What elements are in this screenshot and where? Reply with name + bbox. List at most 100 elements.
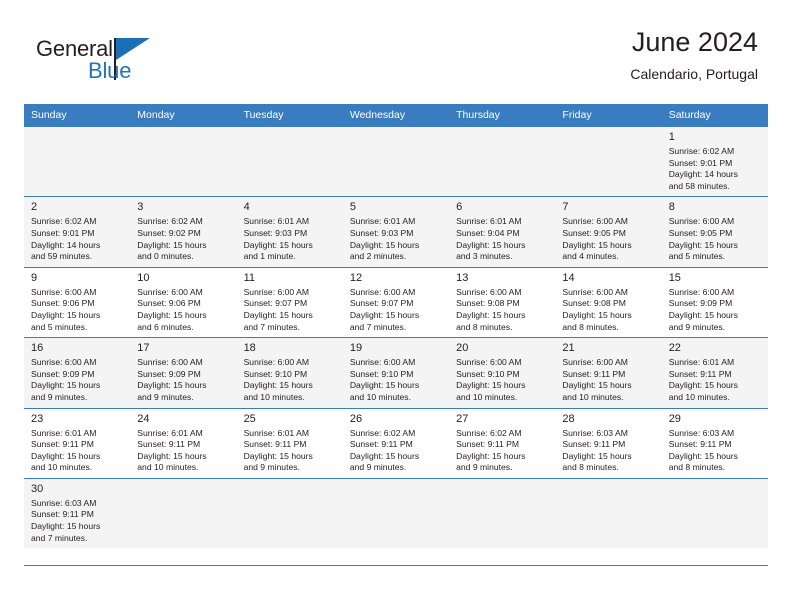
calendar-cell-content: 17 Sunrise: 6:00 AM Sunset: 9:09 PM Dayligh… — [130, 338, 236, 407]
sunset-text: Sunset: 9:11 PM — [668, 439, 732, 450]
day-number: 16 — [31, 342, 44, 355]
calendar-day-cell[interactable]: 20 Sunrise: 6:00 AM Sunset: 9:10 PM Dayligh… — [449, 337, 556, 408]
calendar-cell-content: 22 Sunrise: 6:01 AM Sunset: 9:11 PM Dayligh… — [662, 338, 768, 407]
calendar-cell-content: 29 Sunrise: 6:03 AM Sunset: 9:11 PM Dayligh… — [662, 409, 768, 478]
daylight-text-line2: and 10 minutes. — [349, 391, 411, 402]
day-number: 18 — [243, 342, 256, 355]
sunrise-text: Sunrise: 6:02 AM — [456, 427, 522, 438]
day-number: 24 — [137, 412, 150, 425]
calendar-day-cell[interactable]: 8 Sunrise: 6:00 AM Sunset: 9:05 PM Daylight… — [661, 196, 768, 268]
day-number: 15 — [668, 271, 681, 284]
daylight-text-line1: Daylight: 15 hours — [349, 309, 420, 320]
daylight-text-line1: Daylight: 15 hours — [668, 380, 738, 391]
calendar-day-cell[interactable]: 22 Sunrise: 6:01 AM Sunset: 9:11 PM Dayligh… — [661, 337, 768, 408]
calendar-day-cell[interactable]: 15 Sunrise: 6:00 AM Sunset: 9:09 PM Dayligh… — [661, 266, 768, 338]
calendar-cell-content: 19 Sunrise: 6:00 AM Sunset: 9:10 PM Dayligh… — [343, 338, 449, 407]
calendar-cell-empty — [130, 477, 237, 549]
calendar-day-cell[interactable]: 2 Sunrise: 6:02 AM Sunset: 9:01 PM Daylight… — [24, 196, 131, 268]
calendar-day-cell[interactable]: 23 Sunrise: 6:01 AM Sunset: 9:11 PM Dayligh… — [24, 407, 131, 479]
sunrise-text: Sunrise: 6:01 AM — [456, 216, 522, 227]
calendar-day-cell[interactable]: 18 Sunrise: 6:00 AM Sunset: 9:10 PM Dayligh… — [236, 337, 343, 408]
daylight-text-line1: Daylight: 15 hours — [243, 380, 313, 391]
calendar-cell-content: 6 Sunrise: 6:01 AM Sunset: 9:04 PM Daylight… — [449, 197, 555, 266]
calendar-day-cell[interactable]: 14 Sunrise: 6:00 AM Sunset: 9:08 PM Dayligh… — [555, 266, 662, 338]
calendar-body: 1 Sunrise: 6:02 AM Sunset: 9:01 PM Daylight… — [24, 125, 768, 549]
calendar-day-cell[interactable]: 3 Sunrise: 6:02 AM Sunset: 9:02 PM Daylight… — [130, 196, 237, 268]
calendar-day-cell[interactable]: 5 Sunrise: 6:01 AM Sunset: 9:03 PM Daylight… — [342, 196, 450, 268]
calendar-day-cell[interactable]: 1 Sunrise: 6:02 AM Sunset: 9:01 PM Daylight… — [661, 125, 768, 197]
calendar-cell-content: 5 Sunrise: 6:01 AM Sunset: 9:03 PM Daylight… — [343, 197, 449, 266]
daylight-text-line1: Daylight: 15 hours — [349, 239, 420, 250]
day-number: 19 — [349, 342, 363, 355]
daylight-text-line1: Daylight: 15 hours — [137, 450, 207, 461]
weekday-header-monday: Monday — [130, 104, 237, 127]
daylight-text-line2: and 0 minutes. — [137, 251, 194, 262]
calendar-day-cell[interactable]: 4 Sunrise: 6:01 AM Sunset: 9:03 PM Daylight… — [236, 196, 343, 268]
calendar-day-cell[interactable]: 30 Sunrise: 6:03 AM Sunset: 9:11 PM Dayligh… — [24, 477, 131, 549]
calendar-day-cell[interactable]: 19 Sunrise: 6:00 AM Sunset: 9:10 PM Dayligh… — [342, 337, 450, 408]
calendar-day-cell[interactable]: 28 Sunrise: 6:03 AM Sunset: 9:11 PM Dayligh… — [555, 407, 662, 479]
sunrise-text: Sunrise: 6:00 AM — [137, 286, 203, 297]
daylight-text-line1: Daylight: 15 hours — [31, 380, 101, 391]
calendar-week-row: 1 Sunrise: 6:02 AM Sunset: 9:01 PM Daylight… — [24, 125, 768, 197]
sunrise-text: Sunrise: 6:01 AM — [31, 427, 97, 438]
daylight-text-line2: and 9 minutes. — [137, 391, 194, 402]
daylight-text-line1: Daylight: 15 hours — [349, 380, 420, 391]
sunset-text: Sunset: 9:07 PM — [349, 298, 414, 309]
calendar-cell-content: 13 Sunrise: 6:00 AM Sunset: 9:08 PM Dayligh… — [449, 268, 555, 337]
daylight-text-line2: and 9 minutes. — [456, 462, 513, 473]
calendar-cell-empty — [24, 125, 131, 197]
calendar-day-cell[interactable]: 9 Sunrise: 6:00 AM Sunset: 9:06 PM Daylight… — [24, 266, 131, 338]
daylight-text-line2: and 5 minutes. — [31, 321, 88, 332]
calendar-day-cell[interactable]: 27 Sunrise: 6:02 AM Sunset: 9:11 PM Dayligh… — [449, 407, 556, 479]
calendar-day-cell[interactable]: 10 Sunrise: 6:00 AM Sunset: 9:06 PM Dayligh… — [130, 266, 237, 338]
sunrise-text: Sunrise: 6:00 AM — [562, 357, 628, 368]
calendar-day-cell[interactable]: 12 Sunrise: 6:00 AM Sunset: 9:07 PM Dayligh… — [342, 266, 450, 338]
daylight-text-line1: Daylight: 15 hours — [31, 309, 101, 320]
general-blue-logo[interactable]: General Blue — [36, 36, 166, 88]
calendar-day-cell[interactable]: 7 Sunrise: 6:00 AM Sunset: 9:05 PM Daylight… — [555, 196, 662, 268]
calendar-day-cell[interactable]: 25 Sunrise: 6:01 AM Sunset: 9:11 PM Dayligh… — [236, 407, 343, 479]
sunrise-text: Sunrise: 6:02 AM — [349, 427, 416, 438]
calendar-day-cell[interactable]: 24 Sunrise: 6:01 AM Sunset: 9:11 PM Dayligh… — [130, 407, 237, 479]
page-title: June 2024 — [631, 27, 758, 57]
sunset-text: Sunset: 9:11 PM — [562, 439, 626, 450]
daylight-text-line2: and 10 minutes. — [137, 462, 199, 473]
daylight-text-line2: and 7 minutes. — [349, 321, 407, 332]
daylight-text-line1: Daylight: 14 hours — [31, 239, 101, 250]
daylight-text-line1: Daylight: 15 hours — [456, 380, 526, 391]
sunrise-text: Sunrise: 6:03 AM — [668, 427, 735, 438]
sunrise-text: Sunrise: 6:00 AM — [349, 357, 416, 368]
day-number: 21 — [562, 342, 575, 355]
day-number: 11 — [243, 271, 255, 284]
day-number: 14 — [562, 271, 575, 284]
sunrise-text: Sunrise: 6:00 AM — [243, 357, 310, 368]
page-header: General Blue June 2024 Calendario, Portu… — [24, 24, 768, 96]
calendar-cell-content: 23 Sunrise: 6:01 AM Sunset: 9:11 PM Dayligh… — [24, 409, 130, 478]
calendar-day-cell[interactable]: 21 Sunrise: 6:00 AM Sunset: 9:11 PM Dayligh… — [555, 337, 662, 408]
day-number: 28 — [562, 412, 575, 425]
calendar-week-row: 30 Sunrise: 6:03 AM Sunset: 9:11 PM Dayligh… — [24, 477, 768, 549]
calendar-day-cell[interactable]: 16 Sunrise: 6:00 AM Sunset: 9:09 PM Dayligh… — [24, 337, 131, 408]
sunset-text: Sunset: 9:03 PM — [349, 227, 414, 238]
sunset-text: Sunset: 9:07 PM — [243, 298, 308, 309]
calendar-cell-content: 26 Sunrise: 6:02 AM Sunset: 9:11 PM Dayligh… — [343, 409, 449, 478]
sunset-text: Sunset: 9:09 PM — [668, 298, 733, 309]
calendar-day-cell[interactable]: 29 Sunrise: 6:03 AM Sunset: 9:11 PM Dayligh… — [661, 407, 768, 479]
daylight-text-line1: Daylight: 15 hours — [562, 309, 632, 320]
sunset-text: Sunset: 9:01 PM — [668, 157, 733, 168]
day-number: 9 — [31, 271, 38, 284]
calendar-day-cell[interactable]: 11 Sunrise: 6:00 AM Sunset: 9:07 PM Dayligh… — [236, 266, 343, 338]
calendar-day-cell[interactable]: 17 Sunrise: 6:00 AM Sunset: 9:09 PM Dayligh… — [130, 337, 237, 408]
daylight-text-line1: Daylight: 15 hours — [668, 239, 738, 250]
daylight-text-line2: and 10 minutes. — [562, 391, 624, 402]
calendar-day-cell[interactable]: 6 Sunrise: 6:01 AM Sunset: 9:04 PM Daylight… — [449, 196, 556, 268]
daylight-text-line2: and 9 minutes. — [31, 391, 88, 402]
calendar-day-cell[interactable]: 26 Sunrise: 6:02 AM Sunset: 9:11 PM Dayligh… — [342, 407, 450, 479]
calendar-cell-content: 1 Sunrise: 6:02 AM Sunset: 9:01 PM Daylight… — [662, 127, 768, 196]
calendar-day-cell[interactable]: 13 Sunrise: 6:00 AM Sunset: 9:08 PM Dayligh… — [449, 266, 556, 338]
day-number: 30 — [31, 482, 44, 495]
sunset-text: Sunset: 9:01 PM — [31, 227, 95, 238]
weekday-header-thursday: Thursday — [449, 104, 556, 127]
sunset-text: Sunset: 9:02 PM — [137, 227, 201, 238]
